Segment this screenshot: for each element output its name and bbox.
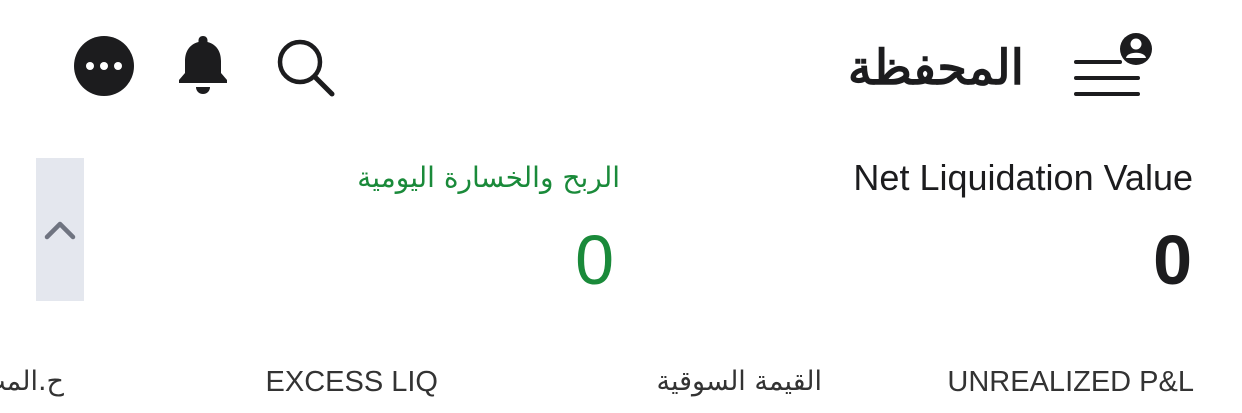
search-button[interactable] xyxy=(272,34,338,100)
bell-icon xyxy=(179,36,227,94)
daily-pnl-label: الربح والخسارة اليومية xyxy=(357,161,620,194)
net-liquidation-label: Net Liquidation Value xyxy=(853,157,1193,198)
page-title: المحفظة xyxy=(847,40,1024,96)
column-partial[interactable]: ح.المت xyxy=(0,362,64,402)
collapse-summary-button[interactable] xyxy=(36,158,84,301)
app-header: المحفظة xyxy=(0,0,1242,130)
menu-button[interactable] xyxy=(1070,32,1160,104)
search-icon xyxy=(277,39,335,97)
net-liquidation-value: 0 xyxy=(1153,221,1192,299)
notifications-button[interactable] xyxy=(172,30,234,98)
column-unrealized-pnl[interactable]: UNREALIZED P&L xyxy=(947,362,1194,402)
daily-pnl-value: 0 xyxy=(575,221,614,299)
column-excess-liq[interactable]: EXCESS LIQ xyxy=(266,362,438,402)
more-dots-icon xyxy=(86,62,94,70)
more-dot xyxy=(100,62,108,70)
more-dot xyxy=(114,62,122,70)
menu-profile-icon xyxy=(1074,33,1152,96)
more-button[interactable] xyxy=(74,36,134,96)
column-market-value[interactable]: القيمة السوقية xyxy=(657,362,823,402)
chevron-up-icon xyxy=(44,221,76,239)
